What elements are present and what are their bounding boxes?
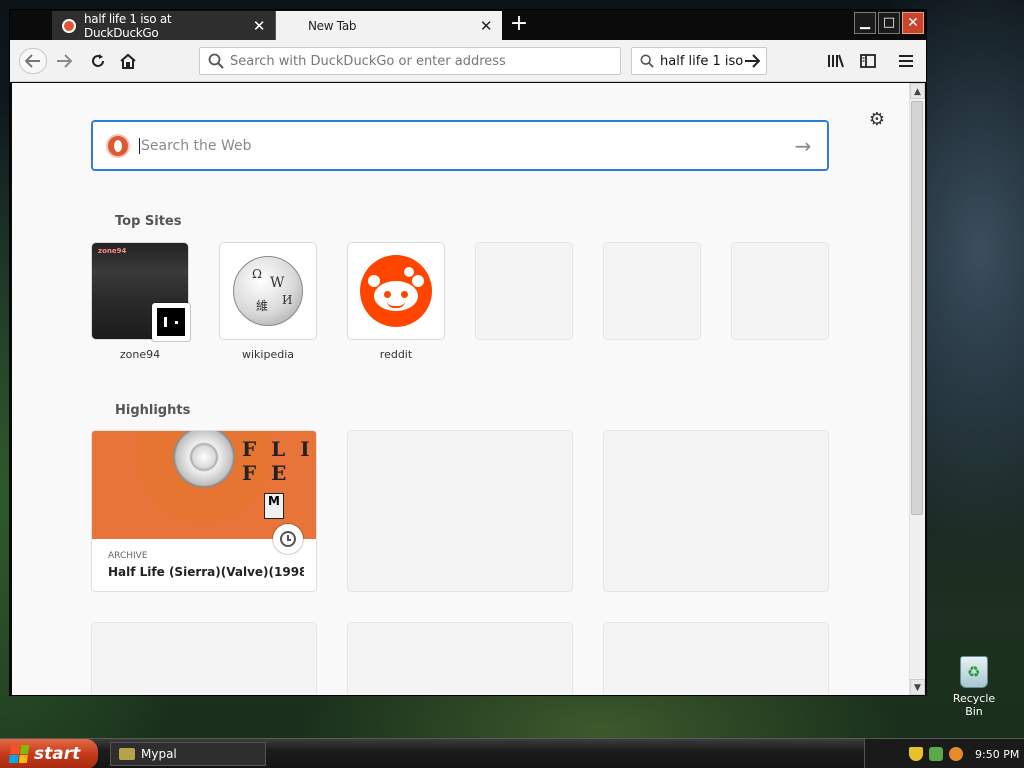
tab-title: New Tab bbox=[308, 18, 357, 33]
tab-title: half life 1 iso at DuckDuckGo bbox=[84, 11, 172, 40]
taskbar: start Mypal 9:50 PM bbox=[0, 738, 1024, 768]
top-site-wikipedia[interactable]: Ω W И 維 bbox=[220, 243, 316, 339]
highlight-empty-slot bbox=[348, 431, 572, 591]
search-bar[interactable]: half life 1 iso bbox=[631, 47, 767, 75]
search-go-arrow-icon[interactable]: → bbox=[791, 134, 815, 158]
scrollbar-thumb[interactable] bbox=[911, 101, 923, 515]
highlight-title: Half Life (Sierra)(Valve)(1998) : F... bbox=[108, 565, 304, 579]
wikipedia-globe-icon: Ω W И 維 bbox=[233, 256, 303, 326]
windows-flag-icon bbox=[8, 745, 30, 763]
forward-button[interactable] bbox=[50, 48, 78, 74]
top-site-label: reddit bbox=[379, 348, 413, 361]
scroll-up-arrow-icon[interactable]: ▲ bbox=[910, 83, 925, 99]
top-sites-title: Top Sites bbox=[115, 214, 182, 229]
back-button[interactable] bbox=[19, 48, 47, 74]
address-bar[interactable]: Search with DuckDuckGo or enter address bbox=[199, 47, 621, 75]
close-window-button[interactable]: ✕ bbox=[902, 12, 924, 34]
reddit-alien-icon bbox=[360, 255, 432, 327]
mypal-app-icon bbox=[119, 748, 135, 760]
clock-icon bbox=[273, 524, 303, 554]
tab-new-tab[interactable]: New Tab ✕ bbox=[276, 11, 502, 40]
highlight-card[interactable]: F L I F E M ARCHIVE Half Life (Sierra)(V… bbox=[92, 431, 316, 591]
home-button[interactable] bbox=[114, 48, 142, 74]
nav-toolbar: Search with DuckDuckGo or enter address … bbox=[10, 40, 926, 82]
search-icon bbox=[208, 53, 224, 69]
tab-bar: half life 1 iso at DuckDuckGo ✕ New Tab … bbox=[10, 10, 926, 40]
close-tab-icon[interactable]: ✕ bbox=[476, 17, 496, 35]
start-label: start bbox=[34, 744, 81, 764]
recycle-bin-icon bbox=[960, 656, 988, 688]
browser-window: half life 1 iso at DuckDuckGo ✕ New Tab … bbox=[9, 9, 927, 696]
vertical-scrollbar[interactable]: ▲ ▼ bbox=[909, 83, 925, 695]
top-site-reddit[interactable] bbox=[348, 243, 444, 339]
back-arrow-icon bbox=[25, 54, 40, 68]
close-tab-icon[interactable]: ✕ bbox=[249, 17, 269, 35]
new-tab-button[interactable]: + bbox=[508, 13, 530, 37]
top-site-label: zone94 bbox=[119, 348, 161, 361]
library-icon bbox=[828, 54, 844, 68]
duckduckgo-favicon-icon bbox=[62, 18, 76, 33]
shield-icon[interactable] bbox=[909, 747, 923, 761]
scroll-down-arrow-icon[interactable]: ▼ bbox=[910, 679, 925, 695]
highlight-empty-slot bbox=[348, 623, 572, 695]
hamburger-menu-icon bbox=[899, 55, 913, 67]
go-arrow-icon[interactable] bbox=[744, 54, 760, 68]
search-bar-value: half life 1 iso bbox=[660, 53, 744, 69]
highlight-thumbnail: F L I F E M bbox=[92, 431, 316, 539]
top-site-empty-slot[interactable] bbox=[732, 243, 828, 339]
web-search-placeholder: Search the Web bbox=[139, 137, 791, 154]
highlight-empty-slot bbox=[604, 623, 828, 695]
reload-icon bbox=[92, 54, 104, 67]
maximize-button[interactable]: □ bbox=[878, 12, 900, 34]
zone94-favicon-icon bbox=[152, 303, 190, 341]
start-button[interactable]: start bbox=[0, 739, 98, 768]
web-search-box[interactable]: Search the Web → bbox=[91, 120, 829, 171]
menu-button[interactable] bbox=[892, 48, 920, 74]
library-button[interactable] bbox=[822, 48, 850, 74]
sidebar-icon bbox=[860, 54, 876, 68]
highlight-context: ARCHIVE bbox=[108, 551, 148, 561]
highlight-empty-slot bbox=[604, 431, 828, 591]
address-placeholder: Search with DuckDuckGo or enter address bbox=[230, 53, 506, 69]
top-site-empty-slot[interactable] bbox=[604, 243, 700, 339]
system-tray: 9:50 PM bbox=[864, 739, 1024, 768]
highlights-title: Highlights bbox=[115, 403, 191, 418]
home-icon bbox=[120, 53, 136, 69]
top-site-label: wikipedia bbox=[241, 348, 294, 361]
gear-icon[interactable]: ⚙ bbox=[868, 111, 886, 129]
duckduckgo-logo-icon bbox=[106, 133, 130, 158]
search-icon bbox=[640, 54, 654, 68]
top-site-zone94[interactable]: zone94 bbox=[92, 243, 190, 341]
sidebar-toggle-button[interactable] bbox=[854, 48, 882, 74]
forward-arrow-icon bbox=[57, 54, 72, 68]
minimize-button[interactable]: ▁ bbox=[854, 12, 876, 34]
highlight-empty-slot bbox=[92, 623, 316, 695]
reload-button[interactable] bbox=[84, 48, 112, 74]
new-tab-page: Search the Web → ⚙ Top Sites zone94 zone… bbox=[12, 83, 909, 695]
taskbar-window-label: Mypal bbox=[141, 747, 177, 761]
taskbar-window-mypal[interactable]: Mypal bbox=[110, 742, 266, 766]
recycle-bin-label: Recycle Bin bbox=[952, 692, 996, 718]
tray-clock: 9:50 PM bbox=[975, 747, 1020, 761]
top-site-empty-slot[interactable] bbox=[476, 243, 572, 339]
tab-duckduckgo[interactable]: half life 1 iso at DuckDuckGo ✕ bbox=[52, 11, 276, 40]
recycle-bin-desktop-icon[interactable]: Recycle Bin bbox=[944, 656, 1004, 718]
search-tray-icon[interactable] bbox=[949, 747, 963, 761]
network-icon[interactable] bbox=[929, 747, 943, 761]
